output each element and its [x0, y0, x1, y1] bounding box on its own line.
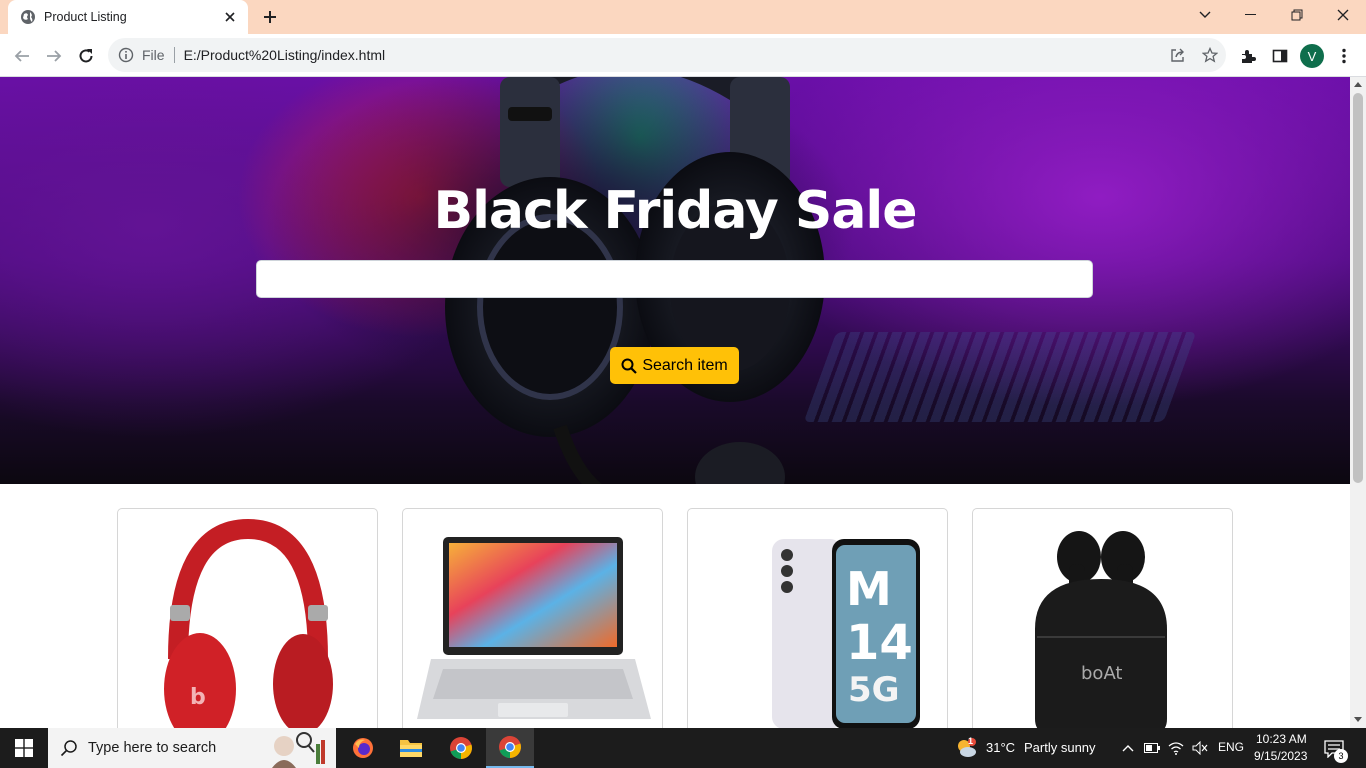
- back-arrow-icon[interactable]: [8, 42, 36, 70]
- search-icon: [60, 740, 77, 757]
- product-card[interactable]: M 14 5G: [687, 508, 948, 728]
- profile-avatar[interactable]: V: [1300, 44, 1324, 68]
- clock-time[interactable]: 10:23 AM: [1256, 732, 1307, 746]
- phone-model-text: M: [846, 562, 892, 616]
- battery-icon[interactable]: [1144, 740, 1160, 756]
- hero-banner: Black Friday Sale Search item: [0, 77, 1350, 484]
- address-bar[interactable]: File E:/Product%20Listing/index.html: [108, 38, 1226, 72]
- file-explorer-icon[interactable]: [387, 728, 435, 768]
- phone-image: M 14 5G: [772, 539, 920, 728]
- scrollbar-thumb[interactable]: [1353, 93, 1363, 483]
- phone-digits-text: 14: [846, 615, 913, 671]
- info-icon[interactable]: [118, 47, 134, 63]
- weather-description[interactable]: Partly sunny: [1024, 740, 1096, 755]
- minimize-icon[interactable]: [1228, 0, 1274, 30]
- tab-product-listing[interactable]: Product Listing: [8, 0, 248, 34]
- scheme-label: File: [142, 47, 165, 63]
- firefox-icon[interactable]: [339, 728, 387, 768]
- omnibox-divider: [173, 47, 175, 63]
- earbuds-brand-text: boAt: [1081, 663, 1123, 684]
- taskbar-search-box[interactable]: Type here to search: [48, 728, 336, 768]
- volume-muted-icon[interactable]: [1192, 740, 1208, 756]
- chrome-icon[interactable]: [437, 728, 485, 768]
- page-scrollbar[interactable]: [1350, 77, 1366, 728]
- windows-taskbar: Type here to search 1 31°C Partly sunny …: [0, 728, 1366, 768]
- menu-kebab-icon[interactable]: [1330, 42, 1358, 70]
- tab-strip: Product Listing: [0, 0, 1366, 34]
- windows-start-icon[interactable]: [0, 728, 48, 768]
- headphones-image: b: [164, 518, 333, 728]
- new-tab-button[interactable]: [258, 6, 282, 28]
- search-item-button[interactable]: Search item: [610, 347, 739, 384]
- tab-title: Product Listing: [44, 10, 127, 24]
- product-card[interactable]: b: [117, 508, 378, 728]
- search-icon: [621, 358, 638, 374]
- svg-text:b: b: [190, 685, 206, 710]
- notification-count-badge: 3: [1334, 749, 1348, 763]
- extensions-puzzle-icon[interactable]: [1234, 42, 1262, 70]
- tab-search-icon[interactable]: [1182, 0, 1228, 30]
- search-input[interactable]: [256, 260, 1093, 298]
- bookmark-star-icon[interactable]: [1194, 41, 1226, 69]
- restore-icon[interactable]: [1274, 0, 1320, 30]
- product-card[interactable]: boAt: [972, 508, 1233, 728]
- scroll-down-arrow-icon[interactable]: [1354, 717, 1362, 722]
- hero-title: Black Friday Sale: [433, 181, 917, 241]
- globe-icon: [20, 9, 36, 25]
- forward-arrow-icon[interactable]: [40, 42, 68, 70]
- phone-network-text: 5G: [848, 670, 900, 710]
- close-window-icon[interactable]: [1320, 0, 1366, 30]
- page-viewport: Black Friday Sale Search item b M 14 5G …: [0, 77, 1366, 728]
- language-indicator[interactable]: ENG: [1218, 740, 1244, 754]
- chrome-active-icon[interactable]: [486, 728, 534, 768]
- keyboard-backdrop: [803, 332, 1197, 422]
- close-tab-icon[interactable]: [222, 9, 238, 25]
- side-panel-icon[interactable]: [1266, 42, 1294, 70]
- browser-toolbar: File E:/Product%20Listing/index.html V: [0, 34, 1366, 77]
- weather-temperature[interactable]: 31°C: [986, 740, 1015, 755]
- reload-icon[interactable]: [72, 42, 100, 70]
- scroll-up-arrow-icon[interactable]: [1354, 82, 1362, 87]
- search-highlight-illustration-icon: [272, 732, 325, 768]
- earbuds-image: boAt: [1035, 531, 1167, 728]
- share-icon[interactable]: [1162, 41, 1194, 69]
- laptop-image: [417, 537, 651, 719]
- chevron-up-icon[interactable]: [1120, 740, 1136, 756]
- url-text[interactable]: E:/Product%20Listing/index.html: [184, 47, 1162, 63]
- product-card[interactable]: [402, 508, 663, 728]
- clock-date[interactable]: 9/15/2023: [1254, 749, 1307, 763]
- search-button-label: Search item: [642, 356, 728, 374]
- weather-badge: 1: [968, 736, 974, 746]
- taskbar-search-placeholder: Type here to search: [88, 740, 217, 756]
- weather-partly-sunny-icon[interactable]: [955, 737, 977, 759]
- wifi-icon[interactable]: [1168, 740, 1184, 756]
